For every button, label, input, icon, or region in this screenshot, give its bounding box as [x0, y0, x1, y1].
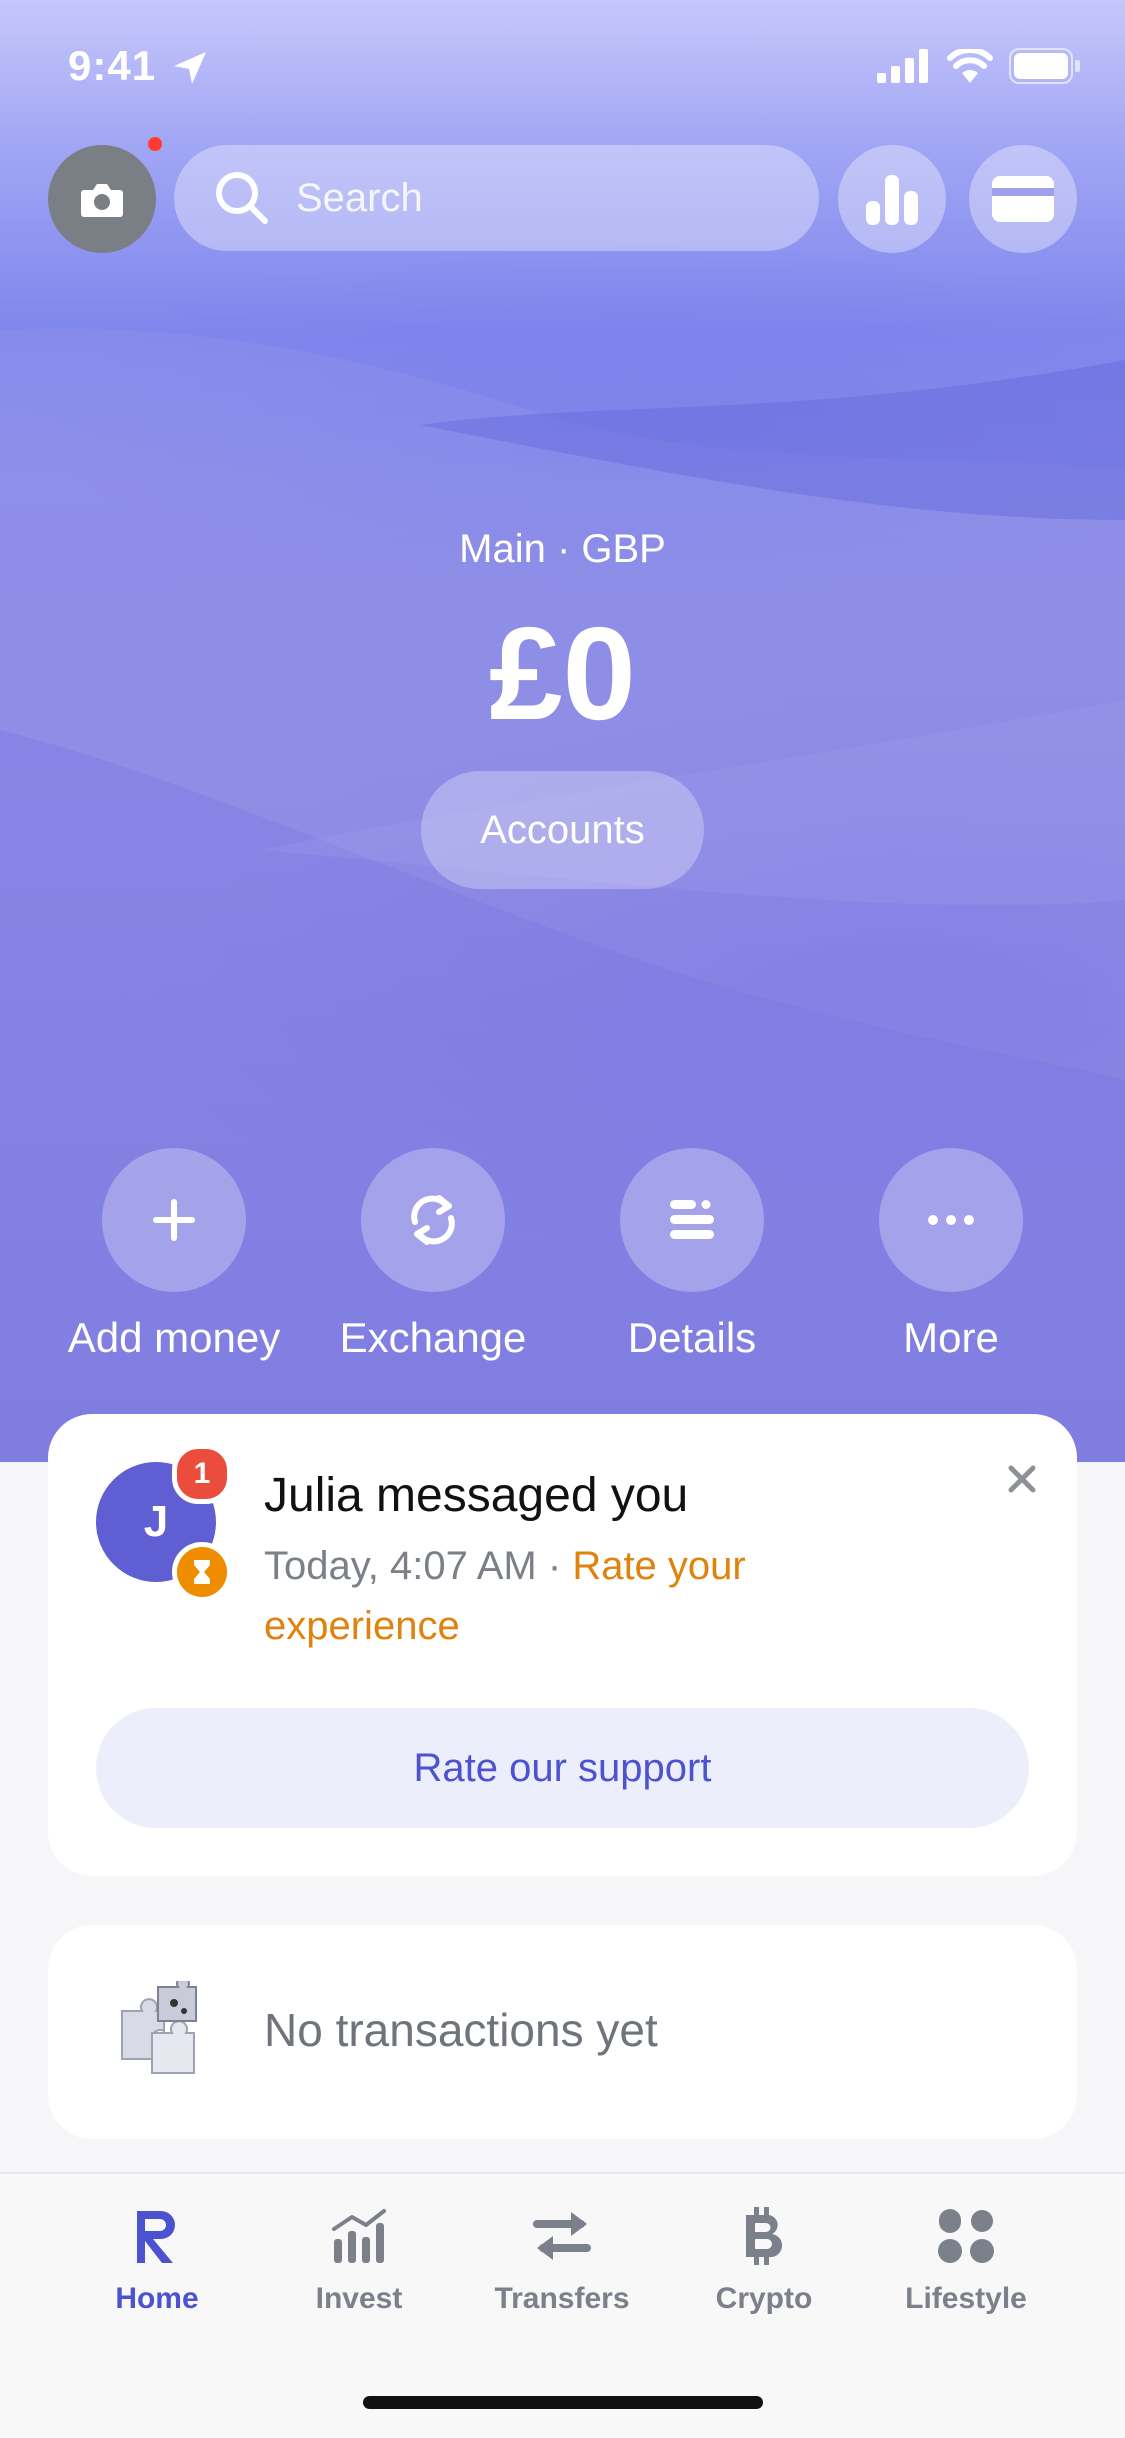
rate-support-button[interactable]: Rate our support — [96, 1708, 1029, 1828]
tab-lifestyle-label: Lifestyle — [905, 2282, 1027, 2315]
more-dots-icon — [928, 1215, 974, 1225]
tab-crypto[interactable]: Crypto — [664, 2202, 864, 2316]
add-money-button[interactable] — [102, 1148, 246, 1292]
tab-transfers[interactable]: Transfers — [462, 2202, 662, 2316]
plus-icon — [153, 1199, 195, 1241]
home-indicator — [363, 2396, 763, 2409]
tab-invest[interactable]: Invest — [259, 2202, 459, 2316]
tab-invest-label: Invest — [315, 2282, 403, 2315]
cards-button[interactable] — [969, 145, 1077, 253]
status-icons — [877, 48, 1081, 84]
message-title: Julia messaged you — [264, 1469, 689, 1522]
camera-icon — [81, 184, 123, 217]
tab-lifestyle[interactable]: Lifestyle — [866, 2202, 1066, 2316]
card-icon — [992, 176, 1054, 222]
tab-home-label: Home — [115, 2282, 199, 2315]
wifi-icon — [947, 49, 993, 83]
accounts-button[interactable]: Accounts — [421, 771, 704, 889]
search-icon — [216, 172, 268, 224]
notification-dot — [148, 137, 162, 151]
location-arrow-icon — [174, 52, 206, 84]
details-icon — [670, 1200, 714, 1239]
puzzle-icon — [121, 1981, 197, 2074]
empty-transactions-text: No transactions yet — [264, 2004, 658, 2056]
add-money-action[interactable]: Add money — [44, 1148, 304, 1362]
message-timestamp: Today, 4:07 AM · — [264, 1544, 573, 1588]
invest-chart-icon — [332, 2209, 386, 2263]
details-label: Details — [627, 1314, 757, 1361]
bitcoin-icon — [746, 2207, 783, 2265]
tab-crypto-label: Crypto — [715, 2282, 813, 2315]
balance-amount: £0 — [489, 600, 636, 747]
unread-count-badge: 1 — [172, 1444, 232, 1504]
close-button[interactable] — [1007, 1464, 1037, 1499]
message-subtitle: Today, 4:07 AM · Rate your experience — [264, 1536, 884, 1656]
cellular-signal-icon — [877, 49, 928, 83]
search-bar[interactable]: Search — [174, 145, 819, 251]
more-action[interactable]: More — [821, 1148, 1081, 1362]
transfers-arrows-icon — [533, 2212, 591, 2260]
details-action[interactable]: Details — [562, 1148, 822, 1362]
camera-button[interactable] — [48, 145, 156, 253]
exchange-icon — [411, 1195, 455, 1245]
bar-chart-icon — [866, 175, 918, 225]
more-label: More — [903, 1314, 999, 1361]
analytics-button[interactable] — [838, 145, 946, 253]
transactions-card: No transactions yet — [48, 1925, 1077, 2139]
lifestyle-grid-icon — [938, 2209, 994, 2263]
exchange-label: Exchange — [339, 1314, 527, 1361]
exchange-button[interactable] — [361, 1148, 505, 1292]
add-money-label: Add money — [67, 1314, 281, 1361]
status-time: 9:41 — [68, 42, 157, 89]
details-button[interactable] — [620, 1148, 764, 1292]
account-label: Main · GBP — [459, 527, 666, 571]
hourglass-badge — [172, 1542, 232, 1602]
hourglass-icon — [194, 1560, 210, 1584]
battery-icon — [1009, 48, 1080, 84]
message-card[interactable]: J 1 Julia messaged you Today, 4:07 AM · … — [48, 1414, 1077, 1876]
exchange-action[interactable]: Exchange — [303, 1148, 563, 1362]
search-placeholder: Search — [296, 175, 423, 220]
more-button[interactable] — [879, 1148, 1023, 1292]
tab-home[interactable]: Home — [57, 2202, 257, 2316]
tab-transfers-label: Transfers — [494, 2282, 630, 2315]
revolut-r-icon — [137, 2211, 175, 2263]
close-icon — [1008, 1465, 1036, 1493]
